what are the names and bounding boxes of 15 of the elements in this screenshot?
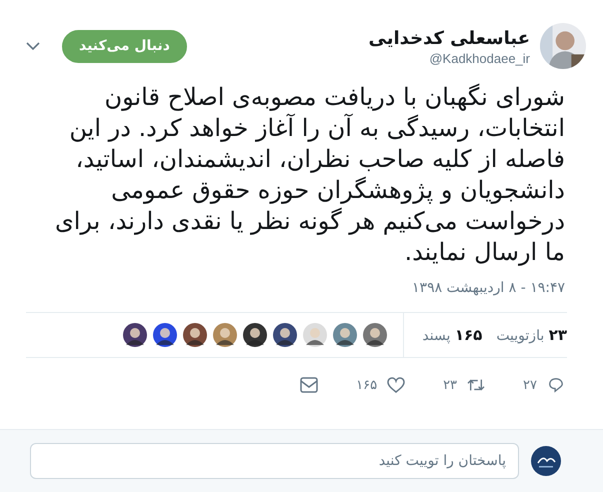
reply-icon[interactable]	[547, 377, 565, 393]
retweet-count: ۲۳	[443, 378, 458, 392]
reply-count: ۲۷	[523, 378, 537, 392]
reply-field[interactable]: پاسختان را توییت کنید	[30, 443, 519, 479]
retweet-icon[interactable]	[467, 377, 486, 393]
like-count: ۱۶۵	[356, 378, 378, 392]
like-count[interactable]: ۱۶۵ پسند	[422, 326, 482, 344]
chevron-down-icon[interactable]	[26, 42, 40, 50]
tweet-text: شورای نگهبان با دریافت مصوبه‌ی اصلاح قانون انتخابات، رسیدگی به آن را آغاز خواهد کرد. در این فاصله از کلیه صاحب نظران، اندیشمندان، اساتید، دانشجویان و پژوهشگران حوزه حقوق عمومی درخواست می‌کنیم هر گونه نظر یا نقدی دارند، برای ما ارسال نمایند.	[54, 82, 565, 268]
envelope-icon[interactable]	[300, 377, 318, 393]
retweet-count[interactable]: ۲۳ بازتوییت	[496, 326, 567, 344]
tweet-timestamp[interactable]: ۱۹:۴۷ - ۸ اردیبهشت ۱۳۹۸	[0, 280, 565, 302]
author-handle[interactable]: @Kadkhodaee_ir	[368, 50, 530, 66]
author-name[interactable]: عباسعلی کدخدایی	[368, 26, 530, 50]
heart-icon[interactable]	[387, 377, 406, 393]
